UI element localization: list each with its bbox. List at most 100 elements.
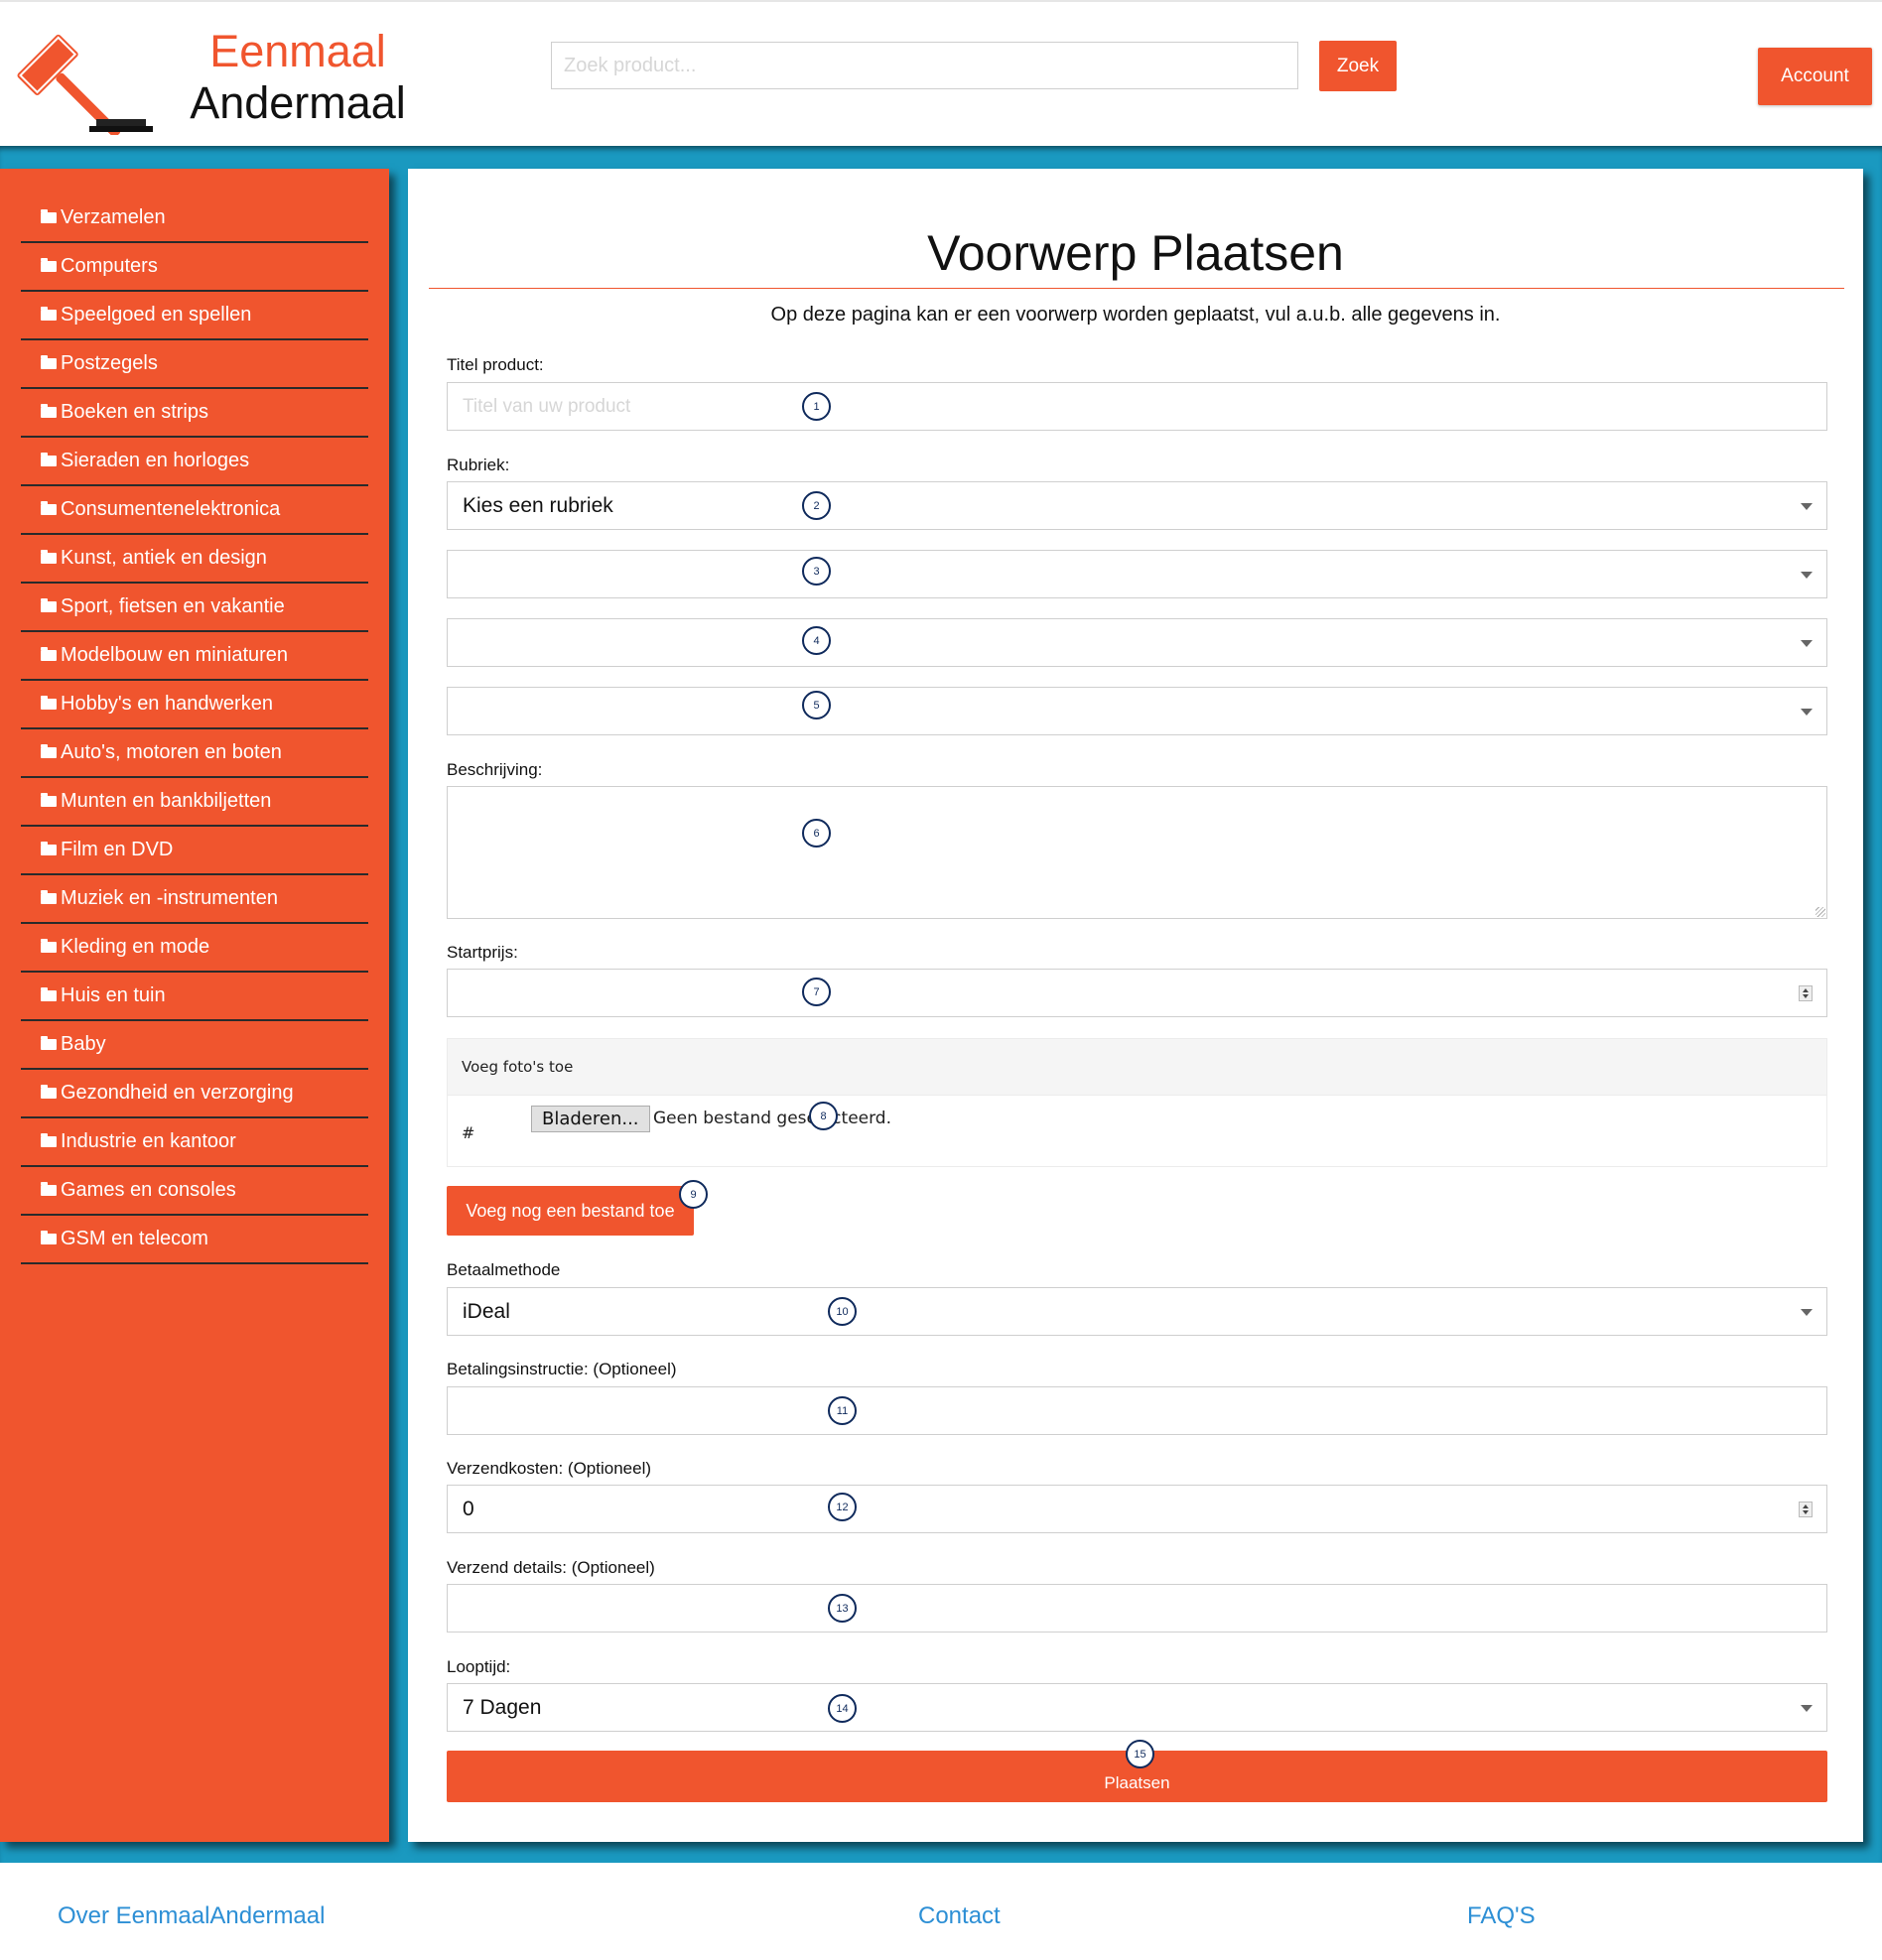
sidebar-item-label: Kleding en mode [61, 936, 210, 958]
no-file-selected-text: Geen bestand geselecteerd. [653, 1109, 891, 1128]
number-spinner-icon[interactable] [1799, 985, 1813, 1001]
sidebar-item-label: Verzamelen [61, 206, 166, 228]
sidebar-item-label: Speelgoed en spellen [61, 304, 252, 326]
chevron-down-icon [1801, 1309, 1813, 1316]
looptijd-select[interactable]: 7 Dagen [447, 1683, 1827, 1732]
sidebar-item-hobbys[interactable]: Hobby's en handwerken [21, 681, 368, 729]
sidebar-item-label: Modelbouw en miniaturen [61, 644, 289, 666]
chevron-down-icon [1801, 1705, 1813, 1712]
sidebar-item-label: Consumentenelektronica [61, 498, 281, 520]
folder-icon [41, 209, 57, 223]
folder-icon [41, 258, 57, 272]
sidebar-item-muziek[interactable]: Muziek en -instrumenten [21, 875, 368, 924]
betaalmethode-select[interactable]: iDeal [447, 1287, 1827, 1336]
sidebar-item-munten[interactable]: Munten en bankbiljetten [21, 778, 368, 827]
sidebar-item-label: GSM en telecom [61, 1228, 208, 1249]
sidebar-item-label: Gezondheid en verzorging [61, 1082, 294, 1104]
rubriek-select-value: Kies een rubriek [463, 493, 613, 517]
number-spinner-icon[interactable] [1799, 1502, 1813, 1517]
gavel-icon[interactable] [12, 16, 161, 135]
sidebar-item-modelbouw[interactable]: Modelbouw en miniaturen [21, 632, 368, 681]
submit-button[interactable]: Plaatsen [447, 1751, 1827, 1802]
sidebar-item-sieraden[interactable]: Sieraden en horloges [21, 438, 368, 486]
search-button[interactable]: Zoek [1319, 41, 1397, 91]
sidebar-item-gezondheid[interactable]: Gezondheid en verzorging [21, 1070, 368, 1118]
beschrijving-textarea[interactable] [447, 786, 1827, 919]
sidebar-item-label: Auto's, motoren en boten [61, 741, 282, 763]
startprijs-input[interactable] [447, 969, 1827, 1017]
page-subtitle: Op deze pagina kan er een voorwerp worde… [770, 304, 1501, 326]
folder-icon [41, 550, 57, 564]
sidebar-item-boeken[interactable]: Boeken en strips [21, 389, 368, 438]
site-header: Eenmaal Andermaal Zoek Account [0, 0, 1882, 146]
startprijs-label: Startprijs: [447, 943, 518, 962]
looptijd-value: 7 Dagen [463, 1695, 542, 1719]
sub-rubriek-select-4[interactable] [447, 687, 1827, 735]
sidebar-item-baby[interactable]: Baby [21, 1021, 368, 1070]
sidebar-item-kleding[interactable]: Kleding en mode [21, 924, 368, 973]
chevron-down-icon [1801, 572, 1813, 579]
sidebar-item-computers[interactable]: Computers [21, 243, 368, 292]
page-title: Voorwerp Plaatsen [927, 225, 1344, 281]
looptijd-label: Looptijd: [447, 1657, 511, 1676]
sidebar-item-speelgoed[interactable]: Speelgoed en spellen [21, 292, 368, 340]
sidebar-item-autos[interactable]: Auto's, motoren en boten [21, 729, 368, 778]
beschrijving-label: Beschrijving: [447, 760, 543, 779]
photo-upload-panel: Voeg foto's toe # Bladeren... Geen besta… [447, 1038, 1827, 1167]
upload-row-number: # [462, 1123, 475, 1142]
footer-link-faq[interactable]: FAQ'S [1467, 1902, 1536, 1930]
folder-icon [41, 744, 57, 758]
rubriek-select[interactable]: Kies een rubriek [447, 481, 1827, 530]
browse-file-button[interactable]: Bladeren... [531, 1106, 650, 1132]
folder-icon [41, 1133, 57, 1147]
verzendkosten-input[interactable]: 0 [447, 1485, 1827, 1533]
sidebar-item-consumentenelektronica[interactable]: Consumentenelektronica [21, 486, 368, 535]
folder-icon [41, 939, 57, 953]
footer-link-contact[interactable]: Contact [918, 1902, 1001, 1930]
sidebar-item-label: Games en consoles [61, 1179, 236, 1201]
category-list: Verzamelen Computers Speelgoed en spelle… [21, 195, 368, 1264]
chevron-down-icon [1801, 503, 1813, 510]
footer-link-about[interactable]: Over EenmaalAndermaal [58, 1902, 325, 1930]
folder-icon [41, 453, 57, 466]
sidebar-item-label: Postzegels [61, 352, 158, 374]
sidebar-item-label: Muziek en -instrumenten [61, 887, 278, 909]
brand-name-line2[interactable]: Andermaal [159, 75, 437, 131]
verzenddetails-input[interactable] [447, 1584, 1827, 1633]
sidebar-item-film[interactable]: Film en DVD [21, 827, 368, 875]
sidebar-item-label: Hobby's en handwerken [61, 693, 273, 715]
sidebar-item-kunst[interactable]: Kunst, antiek en design [21, 535, 368, 584]
folder-icon [41, 501, 57, 515]
sub-rubriek-select-2[interactable] [447, 550, 1827, 598]
sidebar-item-huis[interactable]: Huis en tuin [21, 973, 368, 1021]
chevron-down-icon [1801, 709, 1813, 716]
folder-icon [41, 355, 57, 369]
add-file-button[interactable]: Voeg nog een bestand toe [447, 1186, 694, 1236]
sidebar-item-label: Boeken en strips [61, 401, 208, 423]
folder-icon [41, 1036, 57, 1050]
sidebar-item-gsm[interactable]: GSM en telecom [21, 1216, 368, 1264]
sidebar-item-games[interactable]: Games en consoles [21, 1167, 368, 1216]
sidebar-item-sport[interactable]: Sport, fietsen en vakantie [21, 584, 368, 632]
account-button[interactable]: Account [1758, 48, 1872, 105]
folder-icon [41, 1182, 57, 1196]
folder-icon [41, 987, 57, 1001]
verzendkosten-value: 0 [463, 1497, 474, 1520]
verzenddetails-label: Verzend details: (Optioneel) [447, 1558, 655, 1577]
sidebar-item-postzegels[interactable]: Postzegels [21, 340, 368, 389]
sidebar-item-label: Munten en bankbiljetten [61, 790, 272, 812]
folder-icon [41, 890, 57, 904]
sidebar-item-label: Industrie en kantoor [61, 1130, 236, 1152]
sub-rubriek-select-3[interactable] [447, 618, 1827, 667]
upload-heading: Voeg foto's toe [448, 1039, 1826, 1096]
title-label: Titel product: [447, 355, 544, 374]
resize-grip-icon[interactable] [1815, 907, 1825, 917]
folder-icon [41, 404, 57, 418]
search-input[interactable] [551, 42, 1298, 89]
sidebar-item-industrie[interactable]: Industrie en kantoor [21, 1118, 368, 1167]
sidebar-item-verzamelen[interactable]: Verzamelen [21, 195, 368, 243]
brand-name-line1[interactable]: Eenmaal [159, 24, 437, 79]
category-sidebar: Verzamelen Computers Speelgoed en spelle… [0, 169, 389, 1842]
title-input[interactable] [447, 382, 1827, 431]
betalingsinstructie-input[interactable] [447, 1386, 1827, 1435]
